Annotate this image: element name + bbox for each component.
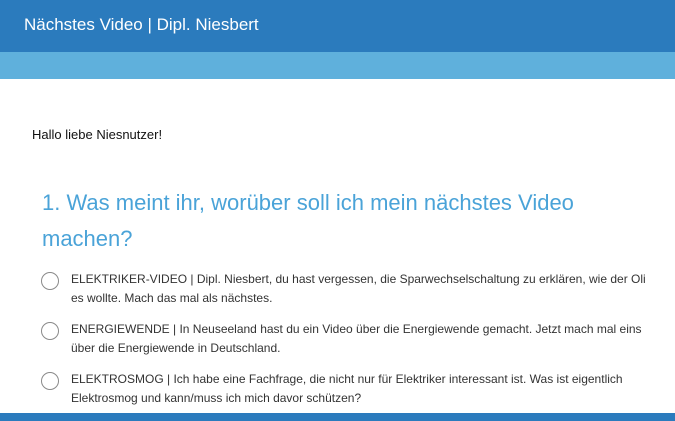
radio-button[interactable] (41, 322, 59, 340)
radio-button[interactable] (41, 272, 59, 290)
option-elektriker-video[interactable]: ELEKTRIKER-VIDEO | Dipl. Niesbert, du ha… (41, 270, 661, 310)
option-label: ENERGIEWENDE | In Neuseeland hast du ein… (71, 322, 642, 355)
greeting-text: Hallo liebe Niesnutzer! (32, 127, 163, 142)
option-elektrosmog[interactable]: ELEKTROSMOG | Ich habe eine Fachfrage, d… (41, 370, 661, 410)
survey-page: Nächstes Video | Dipl. Niesbert Hallo li… (0, 0, 675, 421)
header-bar: Nächstes Video | Dipl. Niesbert (0, 0, 675, 52)
page-title: Nächstes Video | Dipl. Niesbert (24, 15, 259, 34)
option-energiewende[interactable]: ENERGIEWENDE | In Neuseeland hast du ein… (41, 320, 661, 360)
header-subbar (0, 52, 675, 79)
option-label: ELEKTRIKER-VIDEO | Dipl. Niesbert, du ha… (71, 272, 646, 305)
bottom-bar (0, 413, 675, 421)
question-title: 1. Was meint ihr, worüber soll ich mein … (42, 190, 574, 251)
option-label: ELEKTROSMOG | Ich habe eine Fachfrage, d… (71, 372, 623, 405)
radio-button[interactable] (41, 372, 59, 390)
